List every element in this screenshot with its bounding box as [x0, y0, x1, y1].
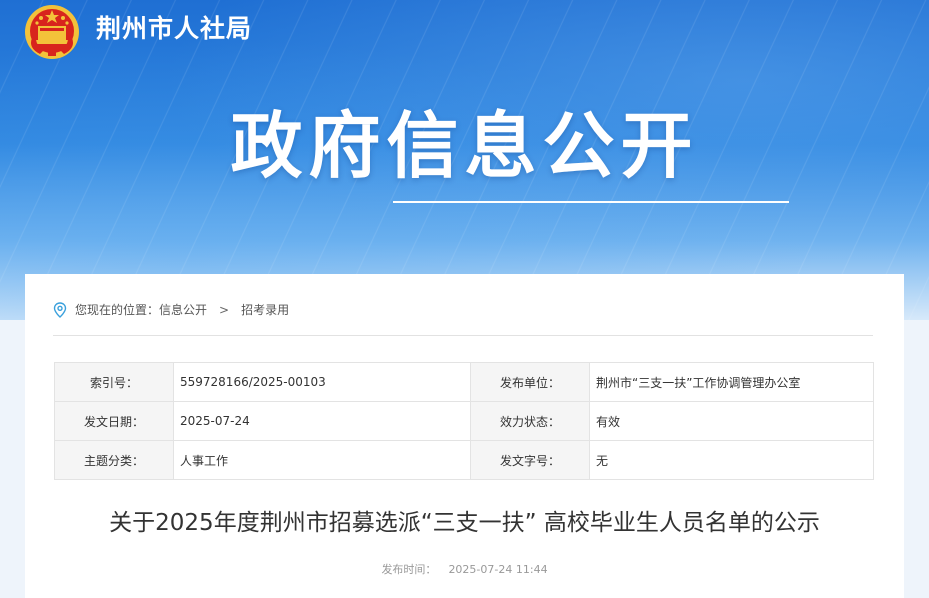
- header-banner: 荆州市人社局 政府信息公开: [0, 0, 929, 320]
- meta-key-issue-date: 发文日期：: [54, 401, 174, 441]
- meta-value-issue-date: 2025-07-24: [173, 401, 471, 441]
- table-row: 索引号： 559728166/2025-00103 发布单位： 荆州市“三支一扶…: [54, 362, 874, 402]
- table-row: 发文日期： 2025-07-24 效力状态： 有效: [54, 401, 874, 441]
- location-pin-icon: [53, 302, 67, 318]
- meta-value-validity: 有效: [589, 401, 874, 441]
- article-title: 关于2025年度荆州市招募选派“三支一扶” 高校毕业生人员名单的公示: [109, 510, 820, 536]
- site-name[interactable]: 荆州市人社局: [96, 12, 252, 46]
- meta-key-publisher: 发布单位：: [470, 362, 590, 402]
- publish-time-value: 2025-07-24 11:44: [448, 563, 548, 576]
- meta-value-publisher: 荆州市“三支一扶”工作协调管理办公室: [589, 362, 874, 402]
- content-panel: 您现在的位置： 信息公开 > 招考录用 索引号： 559728166/2025-…: [25, 274, 904, 598]
- meta-value-index: 559728166/2025-00103: [173, 362, 471, 402]
- publish-info: 发布时间： 2025-07-24 11:44: [25, 561, 904, 577]
- table-row: 主题分类： 人事工作 发文字号： 无: [54, 440, 874, 480]
- breadcrumb-item-info-disclosure[interactable]: 信息公开: [159, 300, 207, 320]
- breadcrumb-item-recruitment[interactable]: 招考录用: [241, 300, 289, 320]
- metadata-table: 索引号： 559728166/2025-00103 发布单位： 荆州市“三支一扶…: [54, 362, 874, 480]
- breadcrumb-separator: >: [219, 303, 230, 317]
- hero-underline: [393, 201, 789, 203]
- meta-key-validity: 效力状态：: [470, 401, 590, 441]
- breadcrumb-prefix: 您现在的位置：: [75, 303, 160, 317]
- meta-key-doc-number: 发文字号：: [470, 440, 590, 480]
- meta-key-index: 索引号：: [54, 362, 174, 402]
- meta-value-doc-number: 无: [589, 440, 874, 480]
- meta-value-category: 人事工作: [173, 440, 471, 480]
- meta-key-category: 主题分类：: [54, 440, 174, 480]
- national-emblem-icon[interactable]: [24, 4, 80, 60]
- breadcrumb-divider: [53, 335, 873, 336]
- publish-time-label: 发布时间：: [381, 563, 437, 576]
- hero-title: 政府信息公开: [230, 104, 699, 188]
- breadcrumb: 您现在的位置： 信息公开 > 招考录用: [53, 300, 289, 320]
